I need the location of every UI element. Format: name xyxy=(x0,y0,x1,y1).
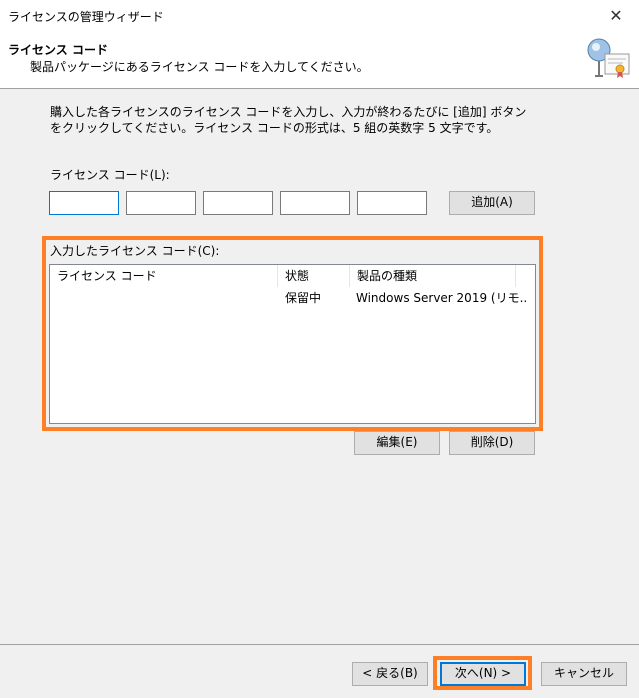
edit-button[interactable]: 編集(E) xyxy=(354,431,440,455)
license-code-input-5[interactable] xyxy=(358,192,426,214)
license-code-field-4[interactable] xyxy=(280,191,350,215)
delete-button[interactable]: 削除(D) xyxy=(449,431,535,455)
license-code-input-3[interactable] xyxy=(204,192,272,214)
back-button[interactable]: < 戻る(B) xyxy=(352,662,428,686)
certificate-icon xyxy=(587,38,630,78)
header-subtitle: 製品パッケージにあるライセンス コードを入力してください。 xyxy=(30,60,369,74)
wizard-header: ライセンス コード 製品パッケージにあるライセンス コードを入力してください。 xyxy=(0,31,639,89)
license-code-field-2[interactable] xyxy=(126,191,196,215)
header-title: ライセンス コード xyxy=(8,43,108,57)
license-code-input-1[interactable] xyxy=(50,192,118,214)
cancel-button[interactable]: キャンセル xyxy=(541,662,627,686)
title-bar: ライセンスの管理ウィザード ✕ xyxy=(0,0,639,31)
add-button[interactable]: 追加(A) xyxy=(449,191,535,215)
close-icon[interactable]: ✕ xyxy=(593,0,639,31)
license-code-field-1[interactable] xyxy=(49,191,119,215)
license-code-label: ライセンス コード(L): xyxy=(50,168,170,182)
instruction-text: 購入した各ライセンスのライセンス コードを入力し、入力が終わるたびに [追加] … xyxy=(50,105,527,135)
footer-divider xyxy=(0,644,639,645)
window-title: ライセンスの管理ウィザード xyxy=(8,10,164,24)
license-code-field-3[interactable] xyxy=(203,191,273,215)
next-button[interactable]: 次へ(N) > xyxy=(440,662,526,686)
license-code-field-5[interactable] xyxy=(357,191,427,215)
license-code-input-4[interactable] xyxy=(281,192,349,214)
license-code-input-2[interactable] xyxy=(127,192,195,214)
highlight-frame-list xyxy=(42,236,543,431)
